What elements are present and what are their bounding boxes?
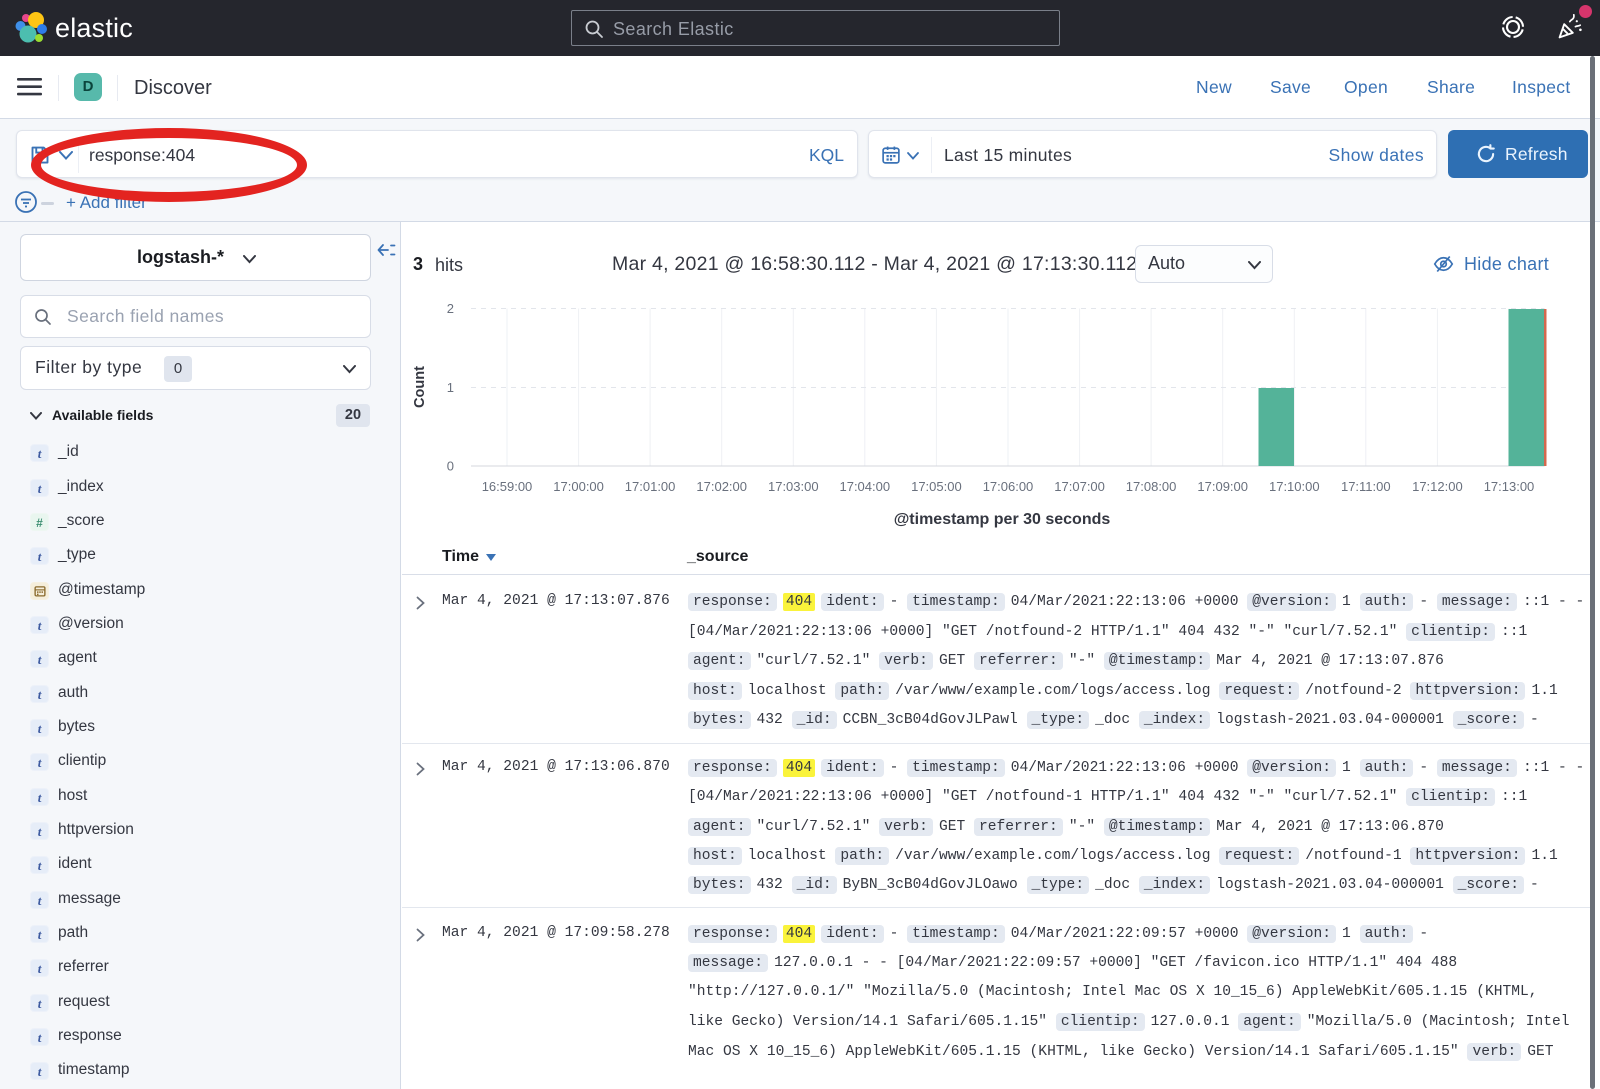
svg-text:17:12:00: 17:12:00 [1412, 479, 1463, 494]
svg-text:1: 1 [447, 380, 454, 395]
svg-text:0: 0 [447, 459, 454, 474]
svg-text:17:03:00: 17:03:00 [768, 479, 819, 494]
svg-text:17:10:00: 17:10:00 [1269, 479, 1320, 494]
svg-text:17:11:00: 17:11:00 [1341, 479, 1391, 494]
svg-text:17:08:00: 17:08:00 [1126, 479, 1177, 494]
svg-text:17:02:00: 17:02:00 [696, 479, 747, 494]
svg-text:17:06:00: 17:06:00 [983, 479, 1034, 494]
svg-text:17:04:00: 17:04:00 [839, 479, 890, 494]
svg-text:17:09:00: 17:09:00 [1197, 479, 1248, 494]
svg-text:Count: Count [412, 366, 428, 408]
svg-text:17:05:00: 17:05:00 [911, 479, 962, 494]
svg-text:17:00:00: 17:00:00 [553, 479, 604, 494]
svg-text:2: 2 [447, 301, 454, 316]
svg-text:17:13:00: 17:13:00 [1484, 479, 1535, 494]
svg-text:17:01:00: 17:01:00 [625, 479, 676, 494]
svg-text:17:07:00: 17:07:00 [1054, 479, 1105, 494]
svg-text:16:59:00: 16:59:00 [482, 479, 533, 494]
